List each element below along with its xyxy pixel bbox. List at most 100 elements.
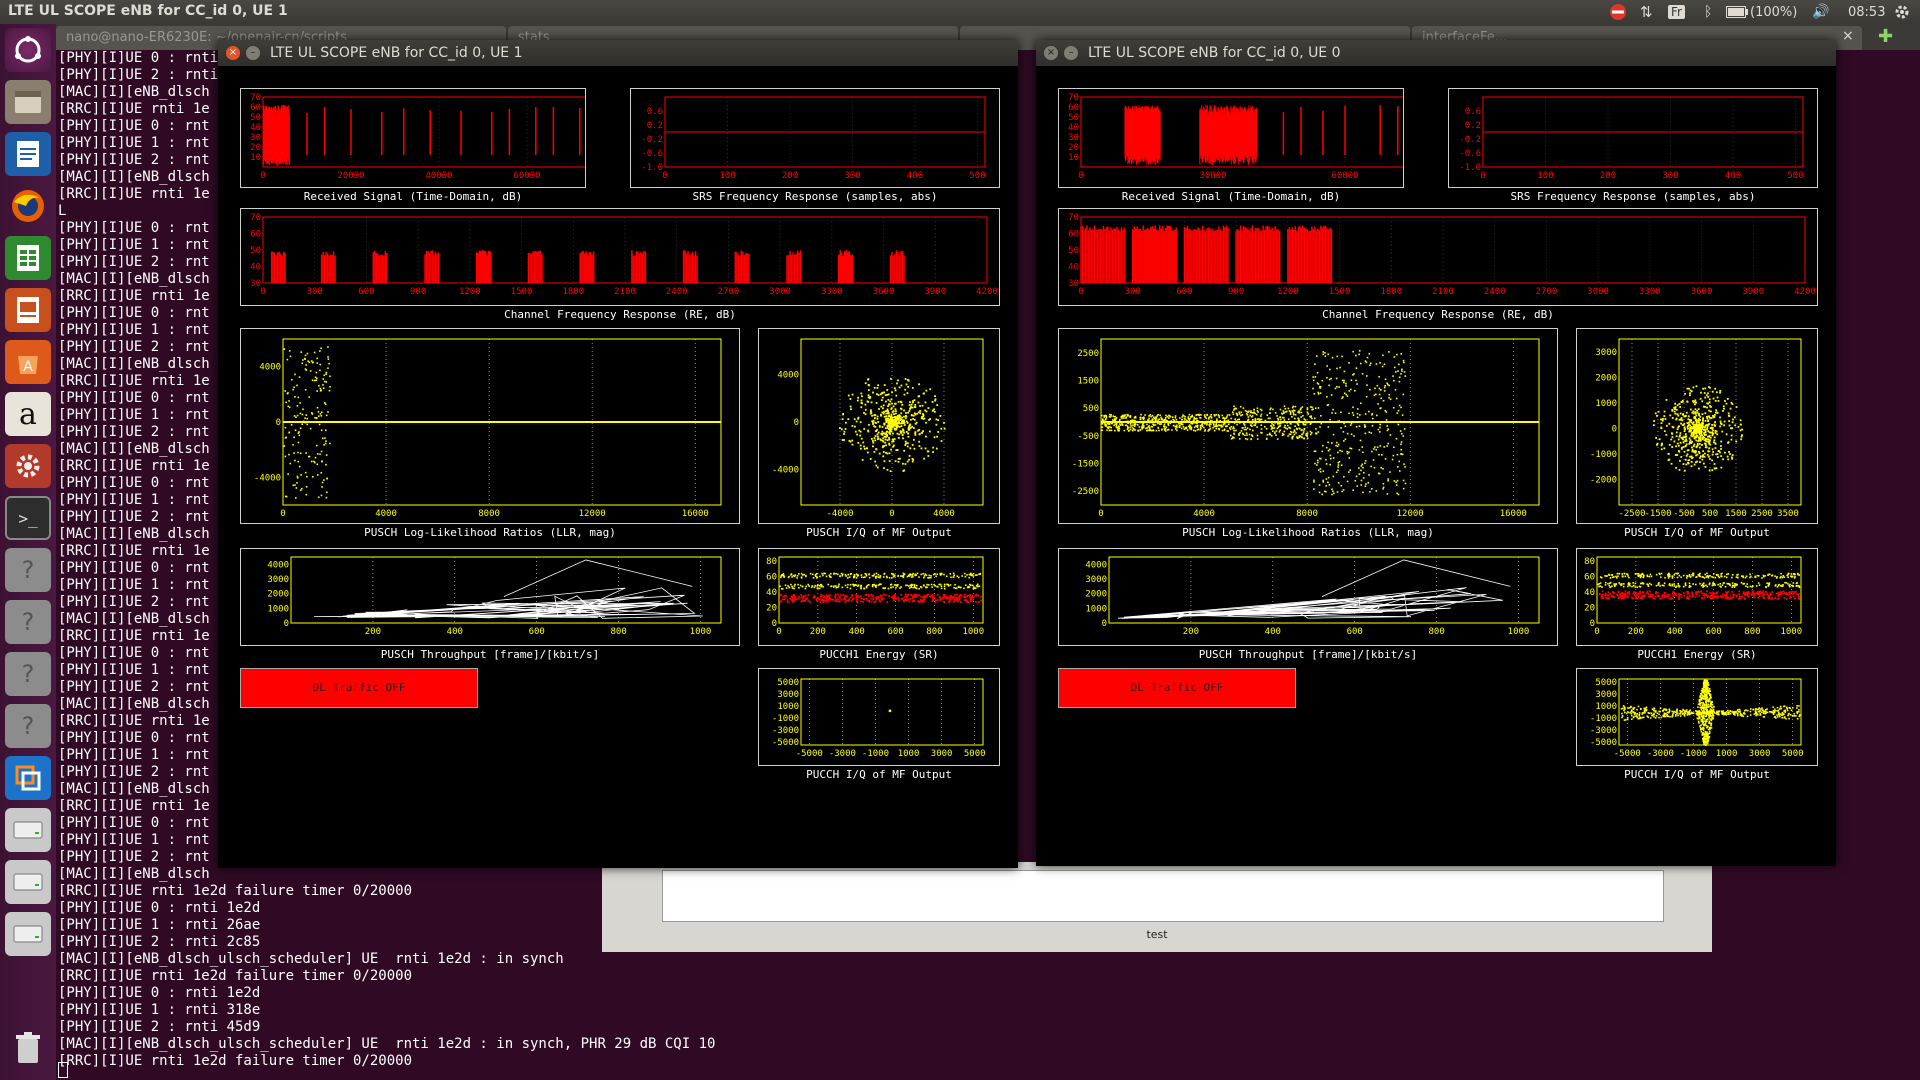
energy-threshold-point (906, 594, 908, 596)
drive-icon[interactable] (5, 860, 51, 904)
amazon-icon[interactable]: a (5, 392, 51, 436)
unknown-app-icon[interactable]: ? (5, 704, 51, 748)
llr-sample (1121, 421, 1123, 424)
energy-threshold-point (1795, 593, 1798, 595)
close-window-button[interactable]: × (1044, 46, 1058, 60)
firefox-icon[interactable] (5, 184, 51, 228)
drive-icon[interactable] (5, 808, 51, 852)
drive-icon[interactable] (5, 912, 51, 956)
files-icon[interactable] (5, 80, 51, 124)
virtualbox-icon[interactable] (5, 756, 51, 800)
volume-icon[interactable]: 🔊 (1812, 2, 1829, 22)
energy-threshold-point (820, 598, 822, 601)
minimize-window-button[interactable]: – (1064, 46, 1078, 60)
energy-threshold-point (951, 597, 954, 600)
llr-sample (299, 427, 302, 430)
network-arrows-icon[interactable]: ⇅ (1640, 2, 1653, 22)
energy-point (1609, 577, 1612, 579)
llr-sample (1346, 395, 1349, 397)
llr-sample (1374, 446, 1376, 448)
llr-sample (1251, 434, 1254, 437)
do-not-disturb-icon[interactable] (1608, 2, 1628, 22)
llr-sample (325, 454, 328, 456)
iq-point (927, 407, 930, 410)
iq-point (1729, 407, 1732, 410)
llr-sample (1294, 425, 1296, 427)
scope-window-ue0[interactable]: × – LTE UL SCOPE eNB for CC_id 0, UE 0 D… (1036, 40, 1836, 866)
llr-sample (1160, 423, 1163, 425)
iq-point (1704, 405, 1706, 408)
llr-sample (313, 379, 316, 382)
keyboard-layout-indicator[interactable]: Fr (1668, 2, 1685, 22)
y-tick-label: 0.2 (1465, 121, 1481, 131)
window-titlebar[interactable]: × – LTE UL SCOPE eNB for CC_id 0, UE 0 (1036, 40, 1836, 66)
llr-sample (1235, 407, 1238, 410)
y-tick-label: 4000 (259, 363, 281, 373)
libreoffice-calc-icon[interactable] (5, 236, 51, 280)
iq-point (896, 425, 899, 427)
scope-window-ue1[interactable]: × – LTE UL SCOPE eNB for CC_id 0, UE 1 D… (218, 40, 1018, 868)
iq-point (1698, 433, 1701, 436)
llr-sample (1376, 414, 1378, 417)
llr-sample (1359, 362, 1362, 365)
new-tab-icon[interactable]: ✚ (1878, 26, 1893, 47)
llr-sample (1129, 422, 1132, 424)
iq-point (1694, 408, 1697, 411)
unknown-app-icon[interactable]: ? (5, 600, 51, 644)
llr-sample (1142, 418, 1145, 421)
energy-threshold-point (1635, 593, 1638, 596)
x-tick-label: 1500 (1725, 509, 1747, 519)
iq-point (889, 420, 892, 423)
test-window[interactable]: test (602, 862, 1712, 952)
llr-sample (1228, 414, 1231, 416)
libreoffice-writer-icon[interactable] (5, 132, 51, 176)
ubuntu-dash-icon[interactable] (5, 28, 51, 72)
llr-sample (1359, 439, 1362, 442)
dl-traffic-button[interactable]: DL Traffic OFF (240, 668, 478, 708)
battery-icon[interactable] (1726, 2, 1748, 22)
close-window-button[interactable]: × (226, 46, 240, 60)
trash-icon[interactable] (5, 1026, 51, 1070)
close-tab-icon[interactable]: × (1842, 28, 1854, 44)
llr-sample (1338, 420, 1341, 422)
iq-point (911, 406, 914, 409)
minimize-window-button[interactable]: – (246, 46, 260, 60)
dl-traffic-button[interactable]: DL Traffic OFF (1058, 668, 1296, 708)
unknown-app-icon[interactable]: ? (5, 652, 51, 696)
iq-point (1740, 435, 1743, 438)
energy-threshold-point (915, 594, 917, 597)
llr-sample (320, 414, 323, 417)
llr-sample (1328, 483, 1331, 486)
terminal-line: [MAC][I][eNB_dlsch (58, 271, 210, 287)
llr-sample (1260, 431, 1262, 434)
llr-sample (1336, 385, 1338, 388)
llr-sample (1304, 423, 1307, 426)
llr-sample (293, 436, 295, 439)
llr-sample (1252, 419, 1254, 421)
llr-sample (1373, 448, 1375, 450)
iq-point (1699, 397, 1702, 400)
settings-gear-icon[interactable] (1894, 2, 1910, 22)
llr-sample (1378, 431, 1381, 433)
libreoffice-impress-icon[interactable] (5, 288, 51, 332)
llr-sample (1265, 438, 1268, 440)
ubuntu-software-center-icon[interactable]: A (5, 340, 51, 384)
llr-sample (1275, 434, 1277, 436)
terminal-line: [PHY][I]UE 2 : rnt (58, 254, 210, 270)
llr-sample (1315, 432, 1318, 435)
energy-threshold-point (971, 594, 974, 597)
llr-sample (316, 362, 319, 364)
llr-sample (1294, 405, 1297, 408)
terminal-line: [PHY][I]UE 0 : rnti 1e2d (58, 985, 261, 1001)
llr-sample (1386, 445, 1389, 447)
energy-point (816, 577, 818, 579)
unknown-app-icon[interactable]: ? (5, 548, 51, 592)
clock[interactable]: 08:53 (1848, 2, 1885, 22)
x-tick-label: -4000 (826, 509, 853, 519)
window-titlebar[interactable]: × – LTE UL SCOPE eNB for CC_id 0, UE 1 (218, 40, 1018, 66)
llr-sample (294, 395, 296, 398)
bluetooth-icon[interactable]: ᛒ (1704, 2, 1712, 22)
terminal-icon[interactable]: >_ (5, 496, 51, 540)
system-settings-icon[interactable] (5, 444, 51, 488)
iq-point (937, 419, 940, 422)
